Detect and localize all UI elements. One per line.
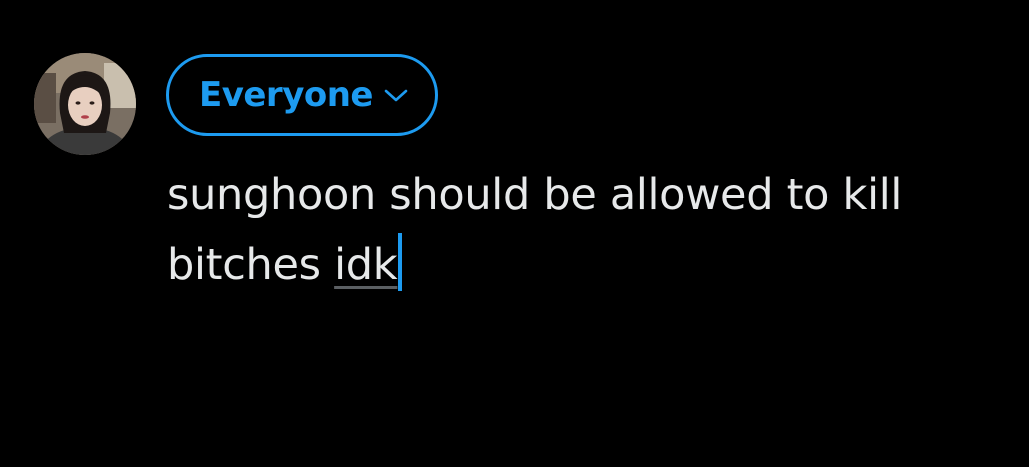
user-avatar[interactable] xyxy=(34,53,136,155)
spellcheck-flagged-word[interactable]: idk xyxy=(334,240,398,290)
audience-selector-button[interactable]: Everyone xyxy=(166,54,438,136)
audience-label: Everyone xyxy=(198,75,374,115)
compose-line-2-prefix: bitches xyxy=(167,240,335,290)
chevron-down-icon xyxy=(383,88,409,108)
avatar-image xyxy=(34,53,136,155)
compose-line-2: bitches idk xyxy=(167,230,1017,300)
compose-line-1: sunghoon should be allowed to kill xyxy=(167,170,903,220)
tweet-compose-text[interactable]: sunghoon should be allowed to kill bitch… xyxy=(167,160,1017,300)
text-cursor xyxy=(398,233,403,291)
